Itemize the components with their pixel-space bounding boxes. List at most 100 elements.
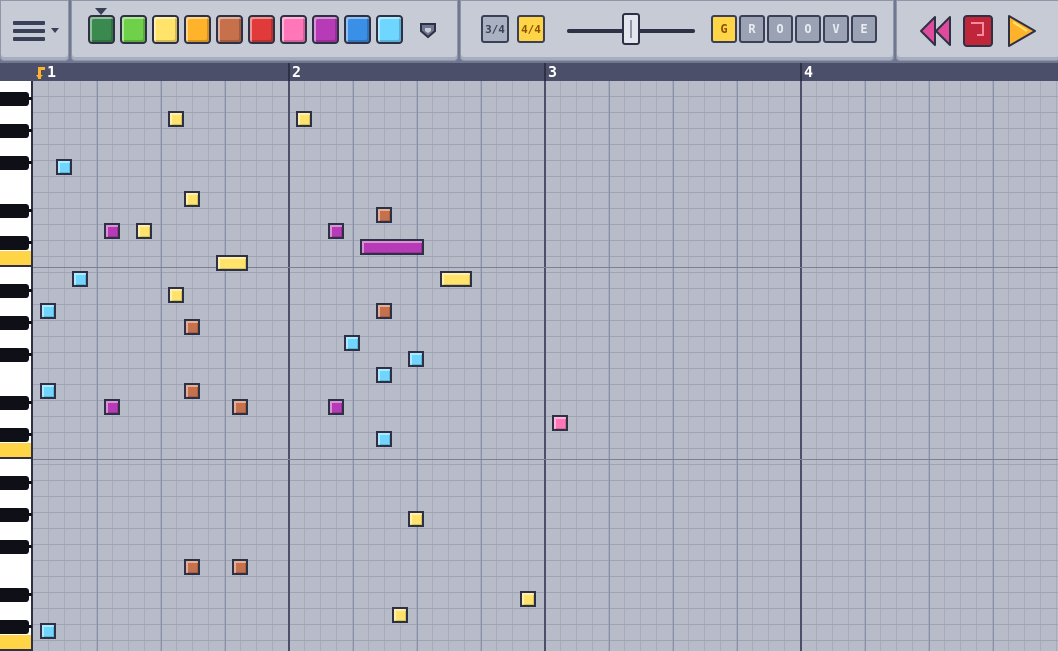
- note-brown[interactable]: [232, 559, 248, 575]
- groove-letter-2[interactable]: R: [739, 15, 765, 43]
- stop-icon[interactable]: [961, 13, 995, 49]
- color-swatch-cyan[interactable]: [376, 15, 403, 44]
- note-cyan[interactable]: [408, 351, 424, 367]
- piano-key-black[interactable]: [0, 508, 32, 522]
- rewind-icon[interactable]: [919, 13, 953, 49]
- note-brown[interactable]: [376, 303, 392, 319]
- piano-key-black[interactable]: [0, 156, 32, 170]
- note-purple[interactable]: [360, 239, 424, 255]
- chevron-down-icon: [51, 28, 59, 33]
- bar-ruler[interactable]: 1 2 3 4: [0, 63, 1058, 81]
- color-swatch-purple[interactable]: [312, 15, 339, 44]
- more-colors-icon[interactable]: [419, 21, 437, 39]
- bar-number-3: 3: [548, 63, 558, 81]
- piano-key-black[interactable]: [0, 348, 32, 362]
- piano-key-black[interactable]: [0, 588, 32, 602]
- beat-line: [161, 81, 162, 651]
- note-grid[interactable]: [33, 81, 1058, 651]
- beat-line: [609, 81, 610, 651]
- selected-color-indicator: [95, 8, 107, 15]
- bar-number-1: 1: [47, 63, 57, 81]
- color-swatch-orange[interactable]: [184, 15, 211, 44]
- menu-panel: [0, 0, 69, 61]
- note-yellow[interactable]: [184, 191, 200, 207]
- bar-tick: [800, 63, 802, 81]
- note-brown[interactable]: [184, 383, 200, 399]
- beat-line: [353, 81, 354, 651]
- note-cyan[interactable]: [344, 335, 360, 351]
- piano-key-black[interactable]: [0, 316, 32, 330]
- note-brown[interactable]: [232, 399, 248, 415]
- note-pink[interactable]: [552, 415, 568, 431]
- color-swatch-blue[interactable]: [344, 15, 371, 44]
- bar-line: [544, 81, 546, 651]
- piano-key-black[interactable]: [0, 92, 32, 106]
- piano-key-black[interactable]: [0, 124, 32, 138]
- note-yellow[interactable]: [408, 511, 424, 527]
- tempo-slider-thumb[interactable]: [622, 13, 640, 45]
- note-purple[interactable]: [328, 399, 344, 415]
- piano-keyboard[interactable]: [0, 81, 33, 651]
- note-purple[interactable]: [104, 223, 120, 239]
- note-brown[interactable]: [184, 319, 200, 335]
- note-purple[interactable]: [328, 223, 344, 239]
- groove-letter-3[interactable]: O: [767, 15, 793, 43]
- note-yellow[interactable]: [440, 271, 472, 287]
- loop-start-icon[interactable]: [36, 66, 46, 80]
- note-yellow[interactable]: [392, 607, 408, 623]
- note-yellow[interactable]: [520, 591, 536, 607]
- note-yellow[interactable]: [168, 287, 184, 303]
- note-cyan[interactable]: [40, 383, 56, 399]
- groove-letter-5[interactable]: V: [823, 15, 849, 43]
- note-cyan[interactable]: [40, 623, 56, 639]
- piano-key-c[interactable]: [0, 443, 31, 459]
- piano-key-black[interactable]: [0, 284, 32, 298]
- bar-number-4: 4: [804, 63, 814, 81]
- piano-key-black[interactable]: [0, 236, 32, 250]
- piano-key-black[interactable]: [0, 204, 32, 218]
- octave-line: [33, 459, 1058, 460]
- groove-letter-1[interactable]: G: [711, 15, 737, 43]
- toolbar: 3/4 4/4 GROOVE: [0, 0, 1058, 63]
- note-cyan[interactable]: [40, 303, 56, 319]
- note-purple[interactable]: [104, 399, 120, 415]
- piano-key-black[interactable]: [0, 428, 32, 442]
- beat-line: [737, 81, 738, 651]
- color-swatch-pink[interactable]: [280, 15, 307, 44]
- transport-panel: [896, 0, 1058, 61]
- note-yellow[interactable]: [136, 223, 152, 239]
- time-signature-3-4-button[interactable]: 3/4: [481, 15, 509, 43]
- color-swatch-red[interactable]: [248, 15, 275, 44]
- color-swatch-dark-green[interactable]: [88, 15, 115, 44]
- color-palette: [71, 0, 458, 61]
- beat-line: [225, 81, 226, 651]
- note-cyan[interactable]: [56, 159, 72, 175]
- color-swatch-yellow[interactable]: [152, 15, 179, 44]
- note-yellow[interactable]: [168, 111, 184, 127]
- play-icon[interactable]: [1005, 13, 1039, 49]
- note-cyan[interactable]: [72, 271, 88, 287]
- beat-line: [97, 81, 98, 651]
- note-yellow[interactable]: [216, 255, 248, 271]
- piano-key-black[interactable]: [0, 396, 32, 410]
- note-cyan[interactable]: [376, 367, 392, 383]
- color-swatch-brown[interactable]: [216, 15, 243, 44]
- piano-key-c[interactable]: [0, 251, 31, 267]
- menu-button[interactable]: [9, 17, 65, 47]
- groove-letter-6[interactable]: E: [851, 15, 877, 43]
- time-signature-4-4-button[interactable]: 4/4: [517, 15, 545, 43]
- note-brown[interactable]: [376, 207, 392, 223]
- note-cyan[interactable]: [376, 431, 392, 447]
- piano-key-c[interactable]: [0, 635, 31, 651]
- note-yellow[interactable]: [296, 111, 312, 127]
- octave-line: [33, 267, 1058, 268]
- bar-number-2: 2: [292, 63, 302, 81]
- bar-line: [288, 81, 290, 651]
- piano-key-black[interactable]: [0, 476, 32, 490]
- piano-key-black[interactable]: [0, 620, 32, 634]
- beat-line: [865, 81, 866, 651]
- note-brown[interactable]: [184, 559, 200, 575]
- color-swatch-green[interactable]: [120, 15, 147, 44]
- groove-letter-4[interactable]: O: [795, 15, 821, 43]
- piano-key-black[interactable]: [0, 540, 32, 554]
